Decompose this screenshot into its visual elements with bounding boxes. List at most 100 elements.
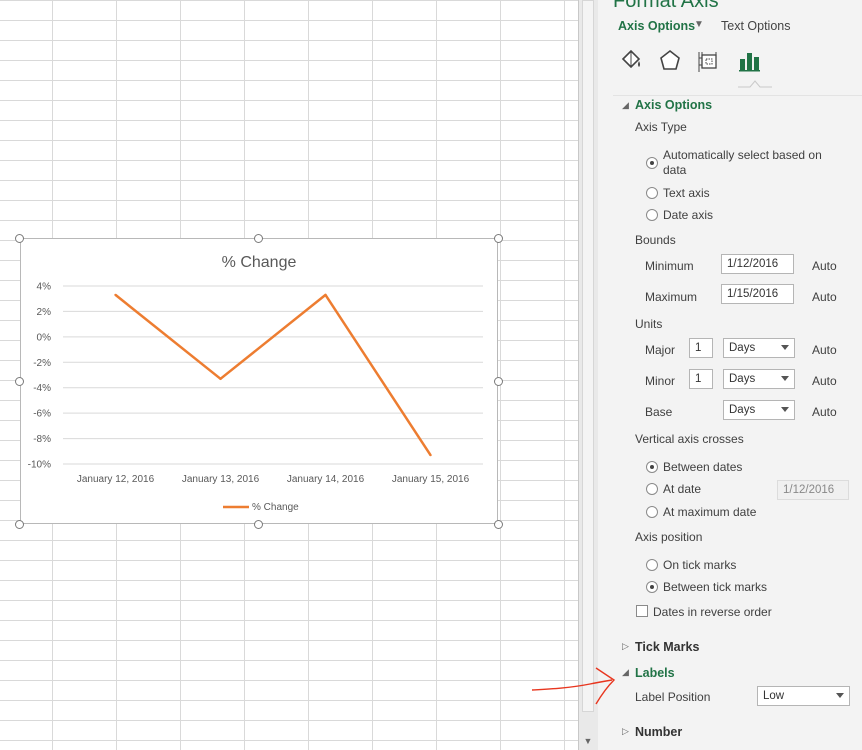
radio-date-axis-label[interactable]: Date axis bbox=[663, 208, 713, 223]
radio-auto-select-label[interactable]: Automatically select based on data bbox=[663, 148, 838, 178]
x-tick-label: January 15, 2016 bbox=[392, 474, 470, 485]
chevron-down-icon bbox=[781, 376, 789, 381]
x-tick-label: January 14, 2016 bbox=[287, 474, 365, 485]
units-label: Units bbox=[635, 317, 663, 331]
minimum-auto-button[interactable]: Auto bbox=[812, 259, 837, 273]
section-number[interactable]: Number bbox=[635, 725, 682, 739]
resize-handle-mr[interactable] bbox=[494, 377, 503, 386]
data-point[interactable] bbox=[219, 377, 222, 381]
minimum-input[interactable]: 1/12/2016 bbox=[721, 254, 794, 274]
at-date-input[interactable]: 1/12/2016 bbox=[777, 480, 849, 500]
y-tick-label: 2% bbox=[37, 307, 52, 318]
maximum-label: Maximum bbox=[645, 290, 698, 304]
scroll-down-arrow-icon[interactable]: ▼ bbox=[579, 734, 597, 748]
resize-handle-bc[interactable] bbox=[254, 520, 263, 529]
y-tick-label: -2% bbox=[33, 358, 51, 369]
chevron-down-icon bbox=[781, 345, 789, 350]
minor-auto-button[interactable]: Auto bbox=[812, 374, 837, 388]
y-tick-label: -4% bbox=[33, 383, 51, 394]
radio-at-maximum-date[interactable] bbox=[646, 506, 658, 518]
effects-icon[interactable] bbox=[657, 48, 683, 74]
size-properties-icon[interactable] bbox=[696, 48, 722, 74]
collapse-triangle-icon[interactable]: ▷ bbox=[622, 641, 629, 652]
label-position-label: Label Position bbox=[635, 690, 711, 704]
chevron-down-icon bbox=[836, 693, 844, 698]
radio-between-dates[interactable] bbox=[646, 461, 658, 473]
radio-at-maximum-date-label[interactable]: At maximum date bbox=[663, 505, 756, 520]
tab-axis-options[interactable]: Axis Options bbox=[618, 19, 695, 33]
radio-between-dates-label[interactable]: Between dates bbox=[663, 460, 742, 475]
major-label: Major bbox=[645, 343, 676, 357]
radio-auto-select[interactable] bbox=[646, 157, 658, 169]
base-auto-button[interactable]: Auto bbox=[812, 405, 837, 419]
radio-text-axis-label[interactable]: Text axis bbox=[663, 186, 710, 201]
maximum-input[interactable]: 1/15/2016 bbox=[721, 284, 794, 304]
major-unit-dropdown[interactable]: Days bbox=[723, 338, 795, 358]
maximum-auto-button[interactable]: Auto bbox=[812, 290, 837, 304]
chevron-down-icon bbox=[781, 407, 789, 412]
selected-tab-indicator bbox=[738, 80, 772, 88]
y-tick-label: 0% bbox=[37, 332, 52, 343]
vertical-axis-crosses-label: Vertical axis crosses bbox=[635, 432, 744, 446]
data-point[interactable] bbox=[114, 293, 117, 297]
resize-handle-ml[interactable] bbox=[15, 377, 24, 386]
radio-between-tick-marks[interactable] bbox=[646, 581, 658, 593]
dates-reverse-checkbox[interactable] bbox=[636, 605, 648, 617]
resize-handle-tr[interactable] bbox=[494, 234, 503, 243]
label-position-value: Low bbox=[763, 690, 785, 702]
major-unit-value: Days bbox=[729, 342, 756, 354]
resize-handle-br[interactable] bbox=[494, 520, 503, 529]
base-label: Base bbox=[645, 405, 673, 419]
y-tick-label: -10% bbox=[28, 460, 51, 471]
vertical-scrollbar[interactable]: ▼ bbox=[578, 0, 598, 750]
dates-reverse-label[interactable]: Dates in reverse order bbox=[653, 605, 772, 620]
radio-date-axis[interactable] bbox=[646, 209, 658, 221]
major-auto-button[interactable]: Auto bbox=[812, 343, 837, 357]
minor-unit-dropdown[interactable]: Days bbox=[723, 369, 795, 389]
tab-text-options[interactable]: Text Options bbox=[721, 19, 790, 33]
base-unit-value: Days bbox=[729, 404, 756, 416]
series-line[interactable] bbox=[114, 293, 432, 456]
data-point[interactable] bbox=[429, 453, 432, 457]
resize-handle-tl[interactable] bbox=[15, 234, 24, 243]
x-tick-label: January 12, 2016 bbox=[77, 474, 155, 485]
minor-unit-value: Days bbox=[729, 373, 756, 385]
radio-at-date[interactable] bbox=[646, 483, 658, 495]
chevron-down-icon[interactable]: ▼ bbox=[694, 19, 704, 30]
bounds-label: Bounds bbox=[635, 233, 676, 247]
scrollbar-track[interactable] bbox=[582, 0, 594, 712]
x-tick-label: January 13, 2016 bbox=[182, 474, 260, 485]
radio-on-tick-marks[interactable] bbox=[646, 559, 658, 571]
chart-plot: % Change 4% 2% 0% -2% -4% -6% -8% -10% January … bbox=[28, 254, 483, 513]
radio-between-tick-marks-label[interactable]: Between tick marks bbox=[663, 580, 767, 595]
expand-triangle-icon[interactable]: ◢ bbox=[622, 100, 629, 111]
y-tick-label: -6% bbox=[33, 409, 51, 420]
axis-options-icon[interactable] bbox=[737, 48, 763, 74]
major-input[interactable]: 1 bbox=[689, 338, 713, 358]
format-axis-pane: Format Axis Axis Options ▼ Text Options … bbox=[598, 0, 862, 750]
minor-label: Minor bbox=[645, 374, 676, 388]
fill-line-icon[interactable] bbox=[618, 48, 644, 74]
line-chart[interactable]: % Change 4% 2% 0% -2% -4% -6% -8% -10% January … bbox=[20, 238, 498, 524]
base-unit-dropdown[interactable]: Days bbox=[723, 400, 795, 420]
expand-triangle-icon[interactable]: ◢ bbox=[622, 667, 629, 678]
y-tick-label: 4% bbox=[37, 282, 52, 293]
section-axis-options[interactable]: Axis Options bbox=[635, 98, 712, 112]
axis-position-label: Axis position bbox=[635, 530, 703, 544]
radio-text-axis[interactable] bbox=[646, 187, 658, 199]
section-tick-marks[interactable]: Tick Marks bbox=[635, 640, 699, 654]
label-position-dropdown[interactable]: Low bbox=[757, 686, 850, 706]
divider bbox=[613, 95, 862, 96]
minor-input[interactable]: 1 bbox=[689, 369, 713, 389]
minimum-label: Minimum bbox=[645, 259, 694, 273]
chart-title[interactable]: % Change bbox=[222, 254, 297, 271]
section-labels[interactable]: Labels bbox=[635, 666, 675, 680]
resize-handle-bl[interactable] bbox=[15, 520, 24, 529]
legend-label[interactable]: % Change bbox=[252, 502, 299, 513]
radio-on-tick-marks-label[interactable]: On tick marks bbox=[663, 558, 736, 573]
data-point[interactable] bbox=[324, 293, 327, 297]
resize-handle-tc[interactable] bbox=[254, 234, 263, 243]
annotation-arrow-icon bbox=[531, 667, 616, 705]
collapse-triangle-icon[interactable]: ▷ bbox=[622, 726, 629, 737]
radio-at-date-label[interactable]: At date bbox=[663, 482, 701, 497]
